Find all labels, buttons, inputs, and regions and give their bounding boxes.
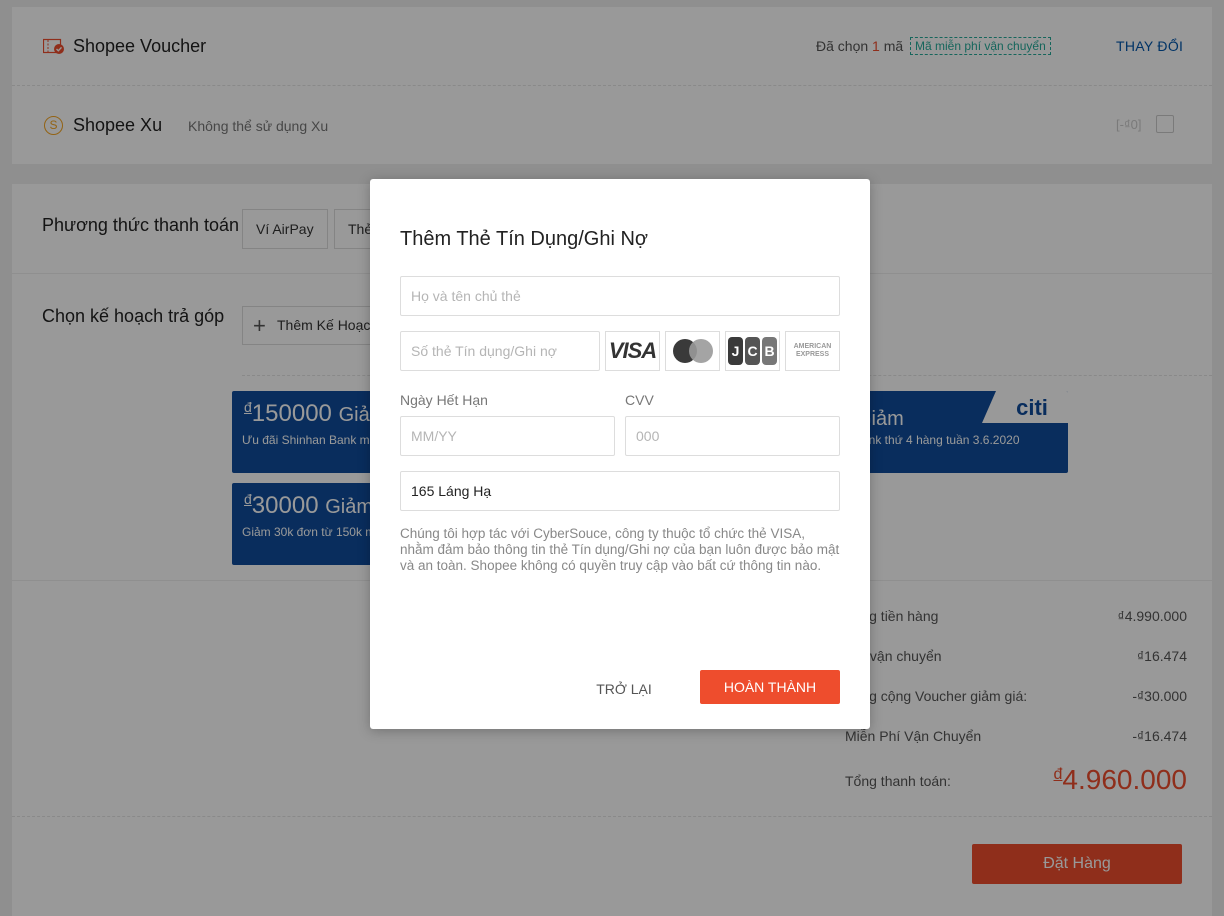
visa-icon: VISA bbox=[605, 331, 660, 371]
modal-title: Thêm Thẻ Tín Dụng/Ghi Nợ bbox=[400, 228, 649, 250]
billing-address-input[interactable] bbox=[400, 471, 840, 511]
cardholder-name-input[interactable] bbox=[400, 276, 840, 316]
security-disclaimer: Chúng tôi hợp tác với CyberSouce, công t… bbox=[400, 526, 840, 573]
jcb-icon: JCB bbox=[725, 331, 780, 371]
visa-logo-text: VISA bbox=[608, 338, 657, 363]
add-card-modal: Thêm Thẻ Tín Dụng/Ghi Nợ VISA JCB AMERIC… bbox=[370, 179, 870, 729]
mastercard-icon bbox=[665, 331, 720, 371]
back-button[interactable]: Trở lại bbox=[584, 672, 664, 706]
card-number-input[interactable] bbox=[400, 331, 600, 371]
amex-icon: AMERICAN EXPRESS bbox=[785, 331, 840, 371]
expiry-label: Ngày Hết Hạn bbox=[400, 392, 488, 408]
amex-logo-text: AMERICAN EXPRESS bbox=[793, 343, 832, 358]
cvv-input[interactable] bbox=[625, 416, 840, 456]
complete-button[interactable]: HOÀN THÀNH bbox=[700, 670, 840, 704]
expiry-input[interactable] bbox=[400, 416, 615, 456]
cvv-label: CVV bbox=[625, 392, 654, 408]
